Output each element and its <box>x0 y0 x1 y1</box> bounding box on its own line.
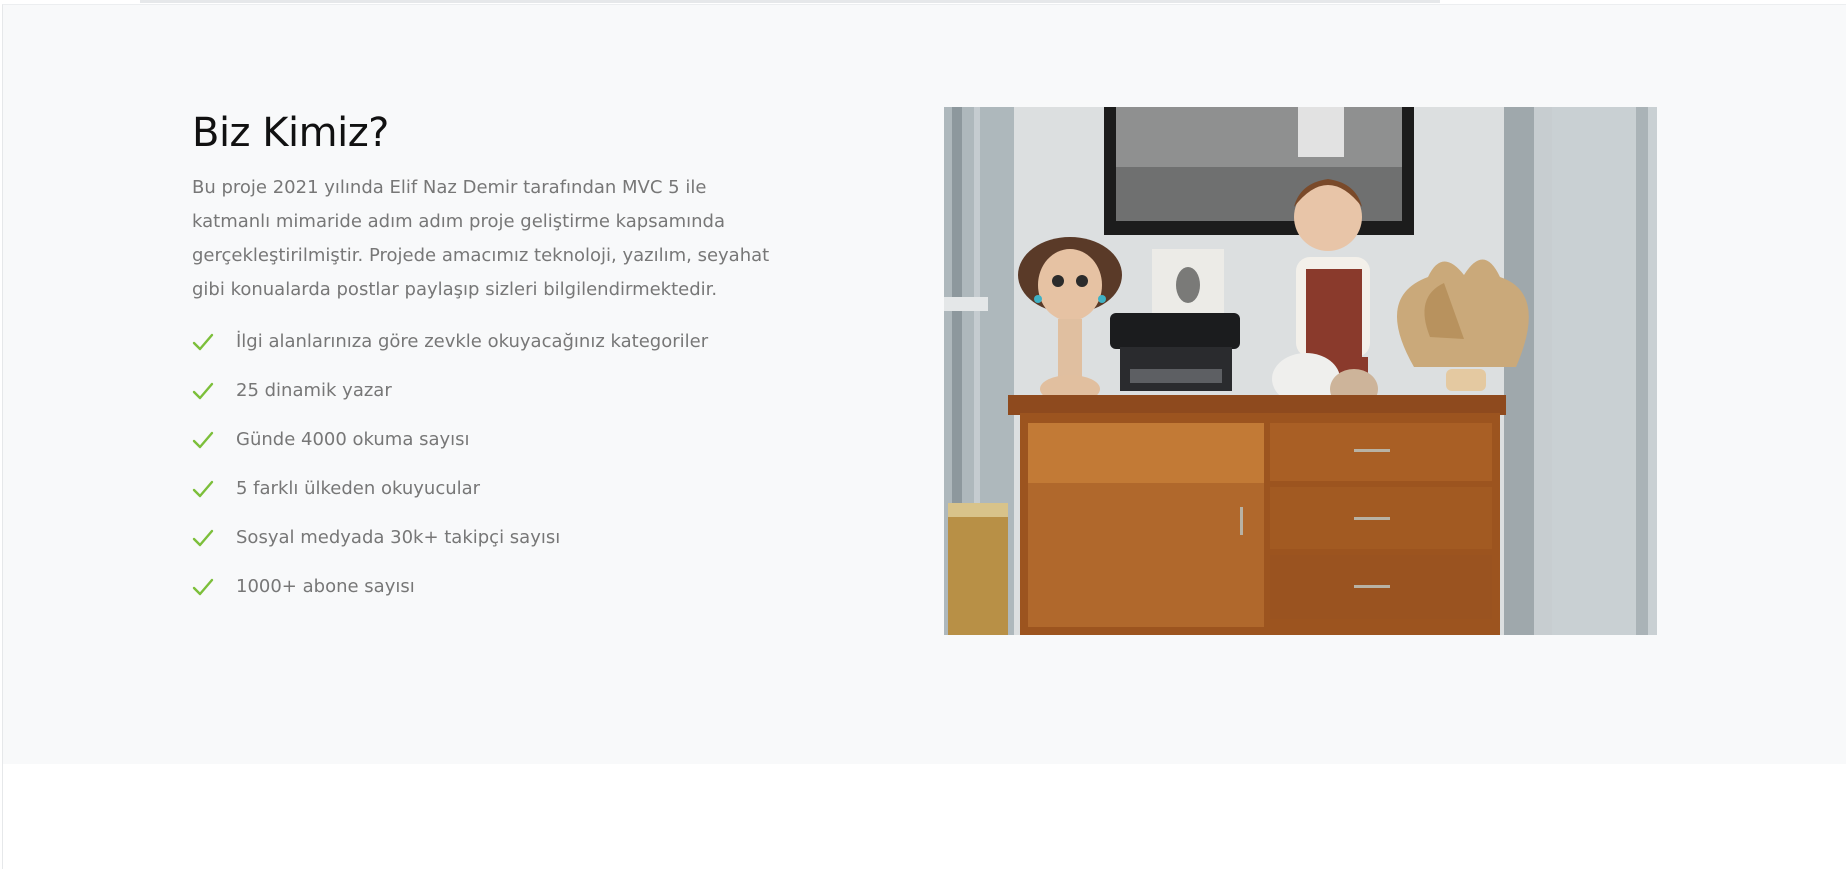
feature-text: Sosyal medyada 30k+ takipçi sayısı <box>236 527 561 548</box>
feature-item: Sosyal medyada 30k+ takipçi sayısı <box>192 513 792 562</box>
check-icon <box>192 578 236 596</box>
about-description: Bu proje 2021 yılında Elif Naz Demir tar… <box>192 177 770 300</box>
next-section <box>2 764 1846 869</box>
feature-item: Günde 4000 okuma sayısı <box>192 415 792 464</box>
about-text-column: Biz Kimiz? Bu proje 2021 yılında Elif Na… <box>192 105 792 611</box>
about-photo <box>944 107 1657 635</box>
check-icon <box>192 333 236 351</box>
feature-text: İlgi alanlarınıza göre zevkle okuyacağın… <box>236 331 709 352</box>
check-icon <box>192 431 236 449</box>
feature-text: 25 dinamik yazar <box>236 380 392 401</box>
check-icon <box>192 529 236 547</box>
feature-item: 1000+ abone sayısı <box>192 562 792 611</box>
feature-item: 5 farklı ülkeden okuyucular <box>192 464 792 513</box>
feature-list: İlgi alanlarınıza göre zevkle okuyacağın… <box>192 317 792 611</box>
about-title: Biz Kimiz? <box>192 110 389 156</box>
check-icon <box>192 382 236 400</box>
check-icon <box>192 480 236 498</box>
feature-item: 25 dinamik yazar <box>192 366 792 415</box>
feature-text: Günde 4000 okuma sayısı <box>236 429 470 450</box>
feature-text: 1000+ abone sayısı <box>236 576 415 597</box>
feature-text: 5 farklı ülkeden okuyucular <box>236 478 481 499</box>
feature-item: İlgi alanlarınıza göre zevkle okuyacağın… <box>192 317 792 366</box>
top-divider <box>140 0 1440 3</box>
about-section: Biz Kimiz? Bu proje 2021 yılında Elif Na… <box>2 4 1846 765</box>
